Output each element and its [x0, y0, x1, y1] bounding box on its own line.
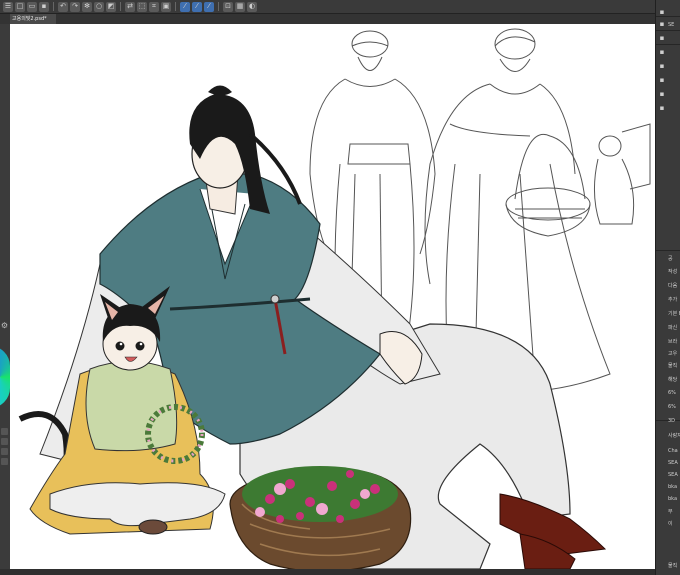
panel-icon[interactable]: ▪ — [658, 20, 666, 28]
tool-icon[interactable] — [1, 438, 8, 445]
layer-label[interactable]: SE — [668, 22, 674, 28]
toolbar-separator — [175, 2, 176, 11]
color-icon[interactable]: ◐ — [247, 1, 257, 12]
drawing-canvas[interactable] — [10, 24, 655, 569]
panel-icon[interactable]: ▪ — [658, 76, 666, 84]
panel-separator — [656, 30, 680, 31]
layer-label[interactable]: 사랑자 — [668, 432, 680, 439]
fill-icon[interactable]: ◩ — [106, 1, 116, 12]
layer-label[interactable]: 공 — [668, 255, 673, 262]
toolbar-separator — [218, 2, 219, 11]
toolbar-separator — [120, 2, 121, 11]
right-panel: ▪▪▪▪▪▪▪▪SE공작성다움추가기본 B파신브라고우물직해당6%6%3D사랑자… — [655, 0, 680, 575]
layer-label[interactable]: bka — [668, 496, 677, 502]
new-file-icon[interactable]: □ — [15, 1, 25, 12]
layer-label[interactable]: 고우 — [668, 350, 677, 357]
crop-icon[interactable]: ⌗ — [149, 1, 159, 12]
layer-label[interactable]: 3D — [668, 418, 675, 424]
tool-icon[interactable] — [1, 448, 8, 455]
menu-icon[interactable]: ☰ — [3, 1, 13, 12]
layer-label[interactable]: SEA — [668, 460, 678, 466]
tool-icon[interactable] — [1, 428, 8, 435]
document-tab[interactable]: 고용의빚2.psd* — [10, 14, 56, 24]
status-bar — [0, 569, 655, 575]
panel-icon[interactable]: ▪ — [658, 48, 666, 56]
panel-separator — [656, 250, 680, 251]
panel-icon[interactable]: ▪ — [658, 62, 666, 70]
layer-label[interactable]: 6% — [668, 390, 676, 396]
layer-label[interactable]: 추가 — [668, 296, 677, 303]
panel-separator — [656, 44, 680, 45]
ruler-icon-2[interactable]: ⁄ — [192, 1, 202, 12]
panel-icon[interactable]: ▪ — [658, 104, 666, 112]
toolbar-separator — [53, 2, 54, 11]
layer-label[interactable]: 물직 — [668, 562, 677, 569]
layer-label[interactable]: 기본 B — [668, 310, 680, 317]
transform-icon[interactable]: ⇄ — [125, 1, 135, 12]
ruler-icon-3[interactable]: ⁄ — [204, 1, 214, 12]
save-icon[interactable]: ▪ — [39, 1, 49, 12]
layer-label[interactable]: 해당 — [668, 376, 677, 383]
layer-label[interactable]: Cha — [668, 448, 678, 454]
panel-icon[interactable]: ▪ — [658, 8, 666, 16]
panel-icon[interactable]: ▪ — [658, 90, 666, 98]
sketch-basket — [505, 133, 591, 237]
panel-separator — [656, 16, 680, 17]
redo-icon[interactable]: ↷ — [70, 1, 80, 12]
selection-icon[interactable]: ⬚ — [137, 1, 147, 12]
layer-label[interactable]: 부 — [668, 508, 673, 515]
layer-label[interactable]: SEA — [668, 472, 678, 478]
gear-icon[interactable]: ⚙ — [0, 321, 9, 330]
grid-icon[interactable]: ▦ — [235, 1, 245, 12]
layer-label[interactable]: 6% — [668, 404, 676, 410]
sketch-small-child — [593, 123, 651, 225]
flower-basket — [229, 466, 412, 569]
panel-icon[interactable]: ▪ — [658, 34, 666, 42]
snap-icon[interactable]: ⊡ — [223, 1, 233, 12]
layer-label[interactable]: 파신 — [668, 324, 677, 331]
convert-icon[interactable]: ▣ — [161, 1, 171, 12]
tool-icon[interactable] — [1, 458, 8, 465]
layer-label[interactable]: 작성 — [668, 268, 677, 275]
spinner-icon[interactable]: ✻ — [82, 1, 92, 12]
layer-label[interactable]: 물직 — [668, 362, 677, 369]
layer-label[interactable]: 다움 — [668, 282, 677, 289]
open-folder-icon[interactable]: ▭ — [27, 1, 37, 12]
top-toolbar: ☰ □ ▭ ▪ ↶ ↷ ✻ ○ ◩ ⇄ ⬚ ⌗ ▣ ⁄ ⁄ ⁄ ⊡ ▦ ◐ — [0, 0, 680, 14]
clear-icon[interactable]: ○ — [94, 1, 104, 12]
artwork — [18, 28, 651, 569]
ruler-icon-1[interactable]: ⁄ — [180, 1, 190, 12]
undo-icon[interactable]: ↶ — [58, 1, 68, 12]
layer-label[interactable]: 이 — [668, 520, 673, 527]
layer-label[interactable]: bka — [668, 484, 677, 490]
layer-label[interactable]: 브라 — [668, 338, 677, 345]
